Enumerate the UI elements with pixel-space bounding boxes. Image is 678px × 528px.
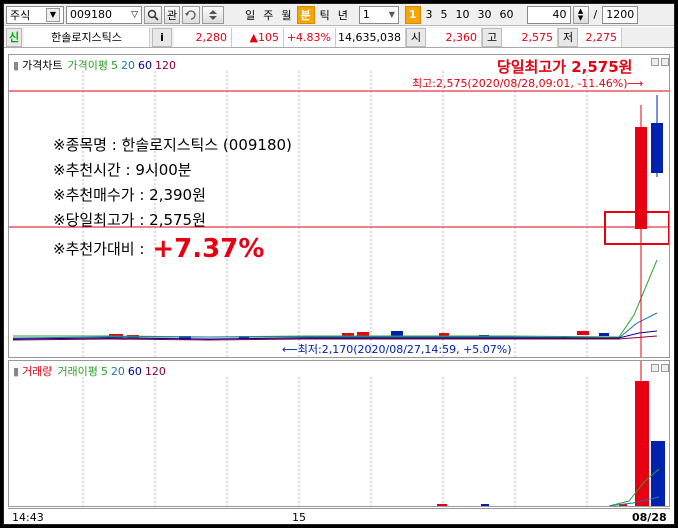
total-count-input[interactable]: 1200 bbox=[602, 5, 639, 24]
interval-30[interactable]: 30 bbox=[475, 6, 495, 24]
refresh-button[interactable] bbox=[182, 5, 201, 24]
volume-plot bbox=[82, 361, 665, 506]
period-tick[interactable]: 틱 bbox=[317, 6, 333, 24]
open-label: 시 bbox=[406, 27, 426, 47]
candle bbox=[357, 332, 369, 336]
rec-ratio-label: ※추천가대비 : bbox=[53, 240, 145, 258]
spin-up-down-icon: ▲ ▼ bbox=[577, 6, 584, 22]
open-price: 2,360 bbox=[426, 27, 482, 47]
recommendation-box: ※종목명 : 한솔로지스틱스 (009180) ※추천시간 : 9시00분 ※추… bbox=[53, 133, 292, 262]
count-spinner[interactable]: ▲ ▼ bbox=[572, 5, 589, 24]
x-axis-tick: 14:43 bbox=[12, 511, 44, 524]
rec-line-name: ※종목명 : 한솔로지스틱스 (009180) bbox=[53, 136, 292, 154]
rec-ratio-value: +7.37% bbox=[152, 234, 265, 264]
volume-bars bbox=[437, 381, 665, 506]
chevron-down-icon[interactable]: ▼ bbox=[389, 10, 395, 19]
order-spinner[interactable] bbox=[202, 5, 225, 24]
interval-1-selected[interactable]: 1 bbox=[404, 5, 421, 24]
candle bbox=[599, 333, 609, 336]
interval-5[interactable]: 5 bbox=[438, 6, 451, 24]
interval-10[interactable]: 10 bbox=[453, 6, 473, 24]
chart-window: 주식 ▼ 009180 ▽ 관 일 주 월 분 틱 년 1 ▼ 1 3 5 10 bbox=[3, 3, 675, 525]
high-price: 2,575 bbox=[502, 27, 558, 47]
current-price: 2,280 bbox=[174, 27, 232, 47]
candle bbox=[391, 331, 403, 336]
interval-value: 1 bbox=[362, 8, 370, 21]
volume-gridlines bbox=[82, 377, 588, 506]
candle bbox=[577, 331, 589, 335]
refresh-icon bbox=[185, 9, 196, 20]
period-minute-selected[interactable]: 분 bbox=[296, 5, 315, 24]
display-count-input[interactable]: 40 bbox=[526, 5, 571, 24]
interval-select[interactable]: 1 ▼ bbox=[358, 5, 399, 24]
market-select[interactable]: 주식 ▼ bbox=[6, 5, 64, 24]
candle-down-large bbox=[651, 123, 663, 173]
volume-bar bbox=[437, 504, 447, 506]
display-count-value: 40 bbox=[552, 8, 567, 21]
rec-line-high-price: ※당일최고가 : 2,575원 bbox=[53, 211, 206, 229]
low-marker-label: ⟵최저:2,170(2020/08/27,14:59, +5.07%) bbox=[282, 343, 512, 356]
quote-bar: 신 한솔로지스틱스 i 2,280 ▲105 +4.83% 14,635,038… bbox=[4, 27, 674, 48]
market-select-value: 주식 bbox=[10, 8, 31, 22]
chevron-down-icon[interactable]: ▼ bbox=[46, 7, 60, 22]
low-price: 2,275 bbox=[578, 27, 622, 47]
spin-up-down-icon bbox=[209, 9, 218, 20]
candle-up-large bbox=[635, 127, 647, 229]
period-year[interactable]: 년 bbox=[335, 6, 351, 24]
count-slash: / bbox=[593, 8, 598, 21]
kwan-button[interactable]: 관 bbox=[164, 5, 181, 24]
price-change: ▲105 bbox=[232, 27, 284, 47]
chevron-down-icon[interactable]: ▽ bbox=[131, 10, 138, 20]
total-count-value: 1200 bbox=[606, 8, 635, 21]
search-button[interactable] bbox=[144, 5, 162, 24]
x-axis-tick: 15 bbox=[292, 511, 306, 524]
rec-ratio-row: ※추천가대비 : +7.37% bbox=[53, 234, 292, 264]
rec-line-buy-price: ※추천매수가 : 2,390원 bbox=[53, 186, 206, 204]
x-axis: 14:43 15 08/28 bbox=[8, 508, 670, 524]
volume-value: 14,635,038 bbox=[336, 27, 406, 47]
badge-new: 신 bbox=[6, 27, 22, 47]
interval-3[interactable]: 3 bbox=[423, 6, 436, 24]
price-chart-pane[interactable]: ▮ 가격차트 가격이평 5 20 60 120 최고:2,575(2020/08… bbox=[8, 54, 670, 358]
interval-60[interactable]: 60 bbox=[497, 6, 517, 24]
low-label: 저 bbox=[558, 27, 578, 47]
period-month[interactable]: 월 bbox=[278, 6, 294, 24]
high-label: 고 bbox=[482, 27, 502, 47]
high-marker-label: 최고:2,575(2020/08/28,09:01, -11.46%)⟶ bbox=[412, 77, 644, 90]
stock-code-input[interactable]: 009180 ▽ bbox=[66, 5, 142, 24]
volume-bar-large-up bbox=[635, 381, 649, 506]
change-percent: +4.83% bbox=[284, 27, 336, 47]
search-icon bbox=[147, 9, 159, 21]
overlay-headline: 당일최고가 2,575원 bbox=[497, 58, 633, 76]
stock-code-value: 009180 bbox=[70, 8, 112, 21]
x-axis-tick: 08/28 bbox=[632, 511, 667, 524]
period-week[interactable]: 주 bbox=[260, 6, 276, 24]
stock-name: 한솔로지스틱스 bbox=[24, 27, 150, 47]
period-day[interactable]: 일 bbox=[242, 6, 258, 24]
volume-chart-pane[interactable]: ▮ 거래량 거래이평 5 20 60 120 bbox=[8, 360, 670, 507]
ma5-line bbox=[13, 259, 658, 338]
rec-line-time: ※추천시간 : 9시00분 bbox=[53, 161, 192, 179]
info-button[interactable]: i bbox=[152, 27, 172, 47]
chart-toolbar: 주식 ▼ 009180 ▽ 관 일 주 월 분 틱 년 1 ▼ 1 3 5 10 bbox=[4, 4, 674, 26]
volume-bar bbox=[481, 504, 489, 506]
